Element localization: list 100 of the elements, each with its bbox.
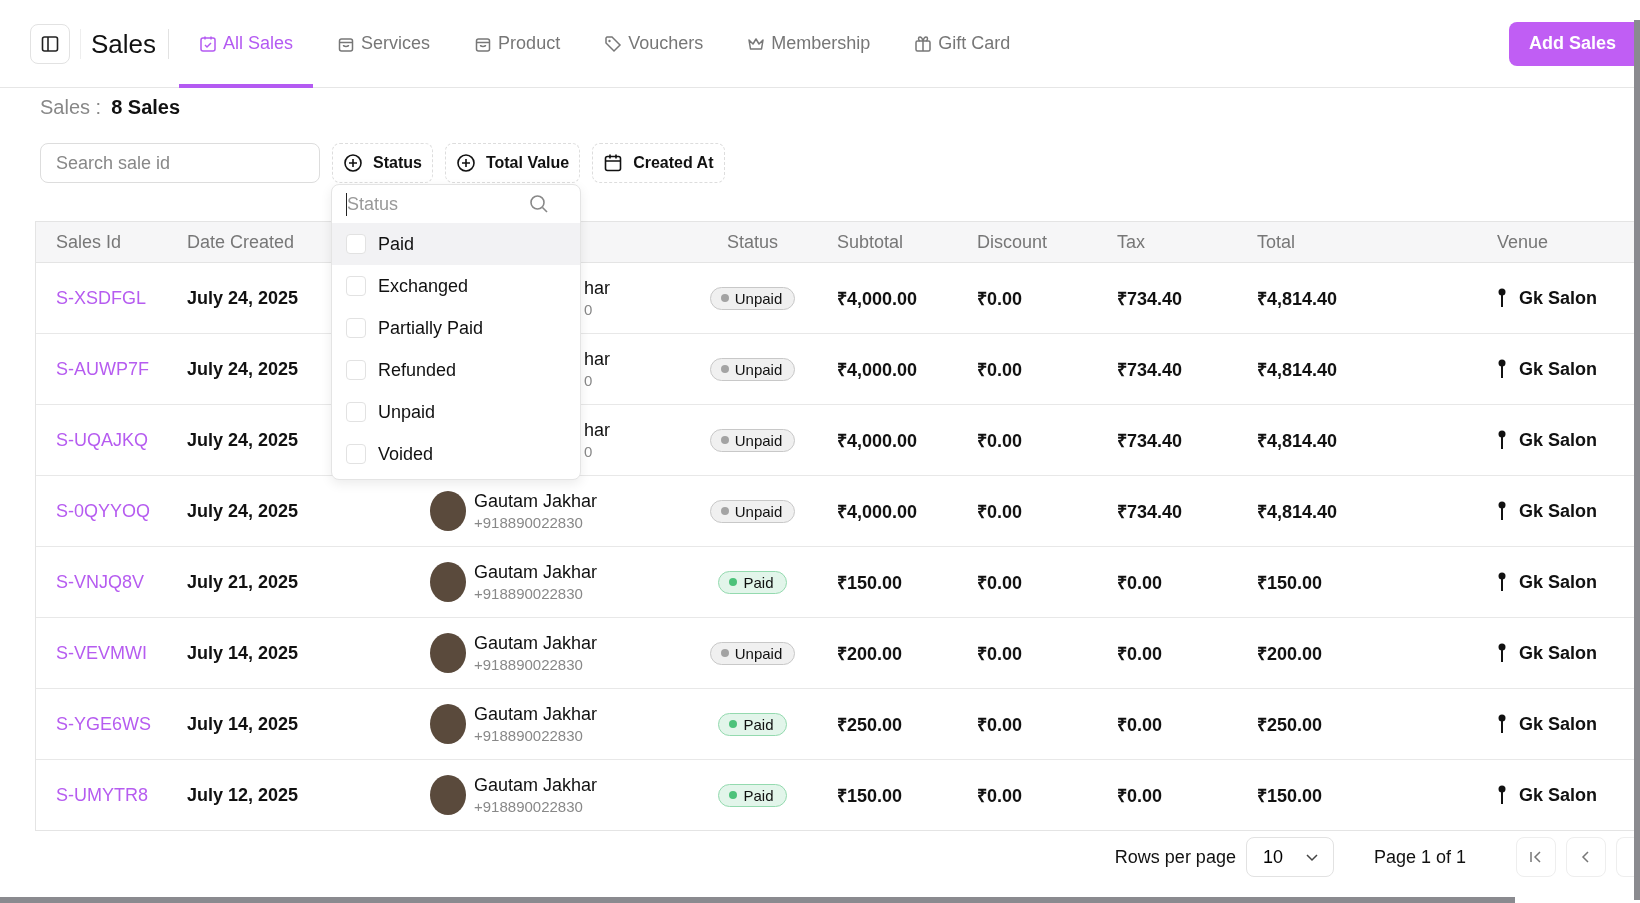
date-cell: July 21, 2025 <box>187 571 299 592</box>
total-cell: ₹250.00 <box>1257 715 1323 735</box>
customer-phone: +918890022830 <box>474 727 583 744</box>
sale-id-link[interactable]: S-UQAJKQ <box>56 429 148 450</box>
sale-id-link[interactable]: S-UMYTR8 <box>56 784 148 805</box>
customer-phone: 0 <box>584 301 593 318</box>
plus-circle-icon <box>455 153 476 173</box>
total-cell: ₹150.00 <box>1257 786 1323 806</box>
total-cell: ₹150.00 <box>1257 573 1323 593</box>
checkbox[interactable] <box>346 234 366 254</box>
sidebar-toggle-button[interactable] <box>30 23 70 64</box>
avatar-placeholder <box>430 775 466 815</box>
checkbox[interactable] <box>346 402 366 422</box>
date-cell: July 24, 2025 <box>187 358 299 379</box>
column-header: Tax <box>1117 231 1145 252</box>
customer-phone: +918890022830 <box>474 656 583 673</box>
checkbox[interactable] <box>346 276 366 296</box>
date-cell: July 24, 2025 <box>187 287 299 308</box>
add-sales-button[interactable]: Add Sales <box>1508 21 1634 66</box>
rows-per-page-select[interactable]: 10 <box>1245 837 1334 877</box>
checkbox[interactable] <box>346 360 366 380</box>
filter-button[interactable]: Status <box>332 143 433 183</box>
status-badge: Unpaid <box>709 641 796 665</box>
status-option[interactable]: Unpaid <box>332 391 580 433</box>
customer-name: har <box>584 278 610 299</box>
status-badge: Paid <box>718 712 787 736</box>
status-option[interactable]: Refunded <box>332 349 580 391</box>
plus-circle-icon <box>343 153 363 173</box>
checkbox[interactable] <box>346 444 366 464</box>
customer-phone: +918890022830 <box>474 585 583 602</box>
date-cell: July 24, 2025 <box>187 500 299 521</box>
customer-name: Gautam Jakhar <box>474 491 598 512</box>
subtotal-cell: ₹150.00 <box>837 786 903 806</box>
status-badge: Unpaid <box>709 286 796 310</box>
customer-name: har <box>584 349 610 370</box>
avatar-placeholder <box>430 704 466 744</box>
date-cell: July 24, 2025 <box>187 429 299 450</box>
calendar-check-icon <box>199 34 218 53</box>
sale-id-link[interactable]: S-VEVMWI <box>56 642 147 663</box>
status-badge: Paid <box>718 783 787 807</box>
status-option[interactable]: Partially Paid <box>332 307 580 349</box>
tab[interactable]: All Sales <box>179 0 314 88</box>
column-header: Total <box>1257 231 1296 252</box>
venue-cell: Gk Salon <box>1519 784 1598 806</box>
customer-phone: +918890022830 <box>474 514 583 531</box>
tab[interactable]: Vouchers <box>584 0 724 88</box>
first-page-icon <box>1528 849 1544 865</box>
pin-icon <box>1497 714 1507 734</box>
previous-page-button[interactable] <box>1566 837 1606 877</box>
tab[interactable]: Gift Card <box>894 0 1031 88</box>
search-field[interactable]: Search sale id <box>40 143 320 183</box>
pin-icon <box>1497 288 1507 308</box>
status-option[interactable]: Paid <box>332 223 580 265</box>
checkbox[interactable] <box>346 318 366 338</box>
status-badge: Unpaid <box>709 499 796 523</box>
tab[interactable]: Services <box>317 0 451 88</box>
scrollbar[interactable] <box>1634 20 1640 900</box>
discount-cell: ₹0.00 <box>977 431 1023 451</box>
tax-cell: ₹734.40 <box>1117 431 1183 451</box>
customer-name: Gautam Jakhar <box>474 704 598 725</box>
total-cell: ₹4,814.40 <box>1257 289 1338 309</box>
scrollbar[interactable] <box>0 897 1515 903</box>
discount-cell: ₹0.00 <box>977 715 1023 735</box>
sales-count-label: Sales : <box>40 96 102 119</box>
column-header: Discount <box>977 231 1048 252</box>
status-badge: Paid <box>718 570 787 594</box>
status-badge: Unpaid <box>709 357 796 381</box>
pin-icon <box>1497 501 1507 521</box>
filter-button[interactable]: Created At <box>592 143 725 183</box>
subtotal-cell: ₹250.00 <box>837 715 903 735</box>
tab[interactable]: Product <box>454 0 581 88</box>
venue-cell: Gk Salon <box>1519 500 1598 522</box>
status-option[interactable]: Voided <box>332 433 580 475</box>
discount-cell: ₹0.00 <box>977 502 1023 522</box>
date-cell: July 14, 2025 <box>187 642 299 663</box>
next-page-button[interactable] <box>1616 837 1634 877</box>
total-cell: ₹200.00 <box>1257 644 1323 664</box>
subtotal-cell: ₹4,000.00 <box>837 431 918 451</box>
first-page-button[interactable] <box>1516 837 1556 877</box>
status-badge: Unpaid <box>709 428 796 452</box>
sale-id-link[interactable]: S-VNJQ8V <box>56 571 145 592</box>
venue-cell: Gk Salon <box>1519 642 1598 664</box>
page-title: Sales <box>80 28 170 59</box>
subtotal-cell: ₹150.00 <box>837 573 903 593</box>
subtotal-cell: ₹4,000.00 <box>837 289 918 309</box>
customer-phone: +918890022830 <box>474 798 583 815</box>
sale-id-link[interactable]: S-0QYYOQ <box>56 500 151 521</box>
date-cell: July 12, 2025 <box>187 784 299 805</box>
pin-icon <box>1497 785 1507 805</box>
search-icon <box>529 194 549 214</box>
pin-icon <box>1497 430 1507 450</box>
status-option[interactable]: Exchanged <box>332 265 580 307</box>
tax-cell: ₹0.00 <box>1117 786 1163 806</box>
avatar-placeholder <box>430 562 466 602</box>
tab[interactable]: Membership <box>727 0 891 88</box>
filter-button[interactable]: Total Value <box>444 143 581 183</box>
sale-id-link[interactable]: S-AUWP7F <box>56 358 149 379</box>
sale-id-link[interactable]: S-XSDFGL <box>56 287 147 308</box>
pin-icon <box>1497 643 1507 663</box>
sale-id-link[interactable]: S-YGE6WS <box>56 713 152 734</box>
